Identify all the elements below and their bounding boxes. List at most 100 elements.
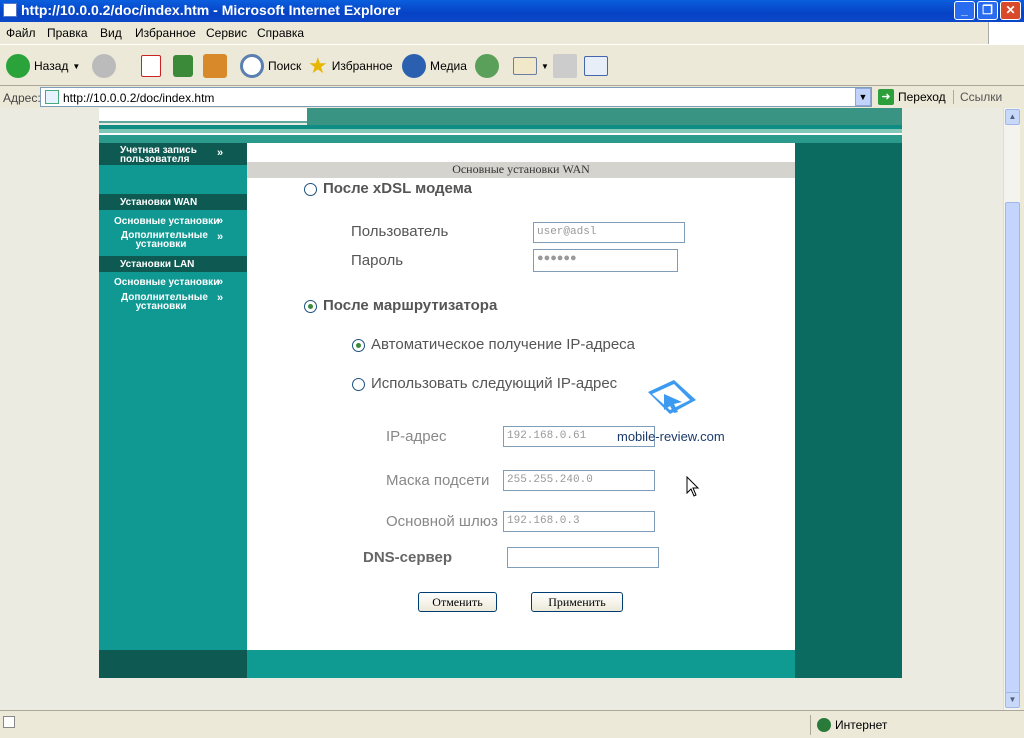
- back-dropdown-icon[interactable]: ▼: [72, 62, 80, 71]
- minimize-button[interactable]: _: [954, 1, 975, 20]
- menu-edit[interactable]: Правка: [47, 26, 88, 40]
- back-label: Назад: [34, 59, 69, 73]
- edit-page-icon: [584, 56, 608, 76]
- radio-xdsl[interactable]: [304, 183, 317, 196]
- chevron-right-icon: »: [217, 215, 224, 227]
- menu-bar: Файл Правка Вид Избранное Сервис Справка: [0, 22, 1024, 44]
- windows-logo-icon: [988, 22, 1024, 44]
- search-button[interactable]: Поиск: [240, 53, 301, 79]
- xdsl-option-label: После xDSL модема: [323, 180, 472, 197]
- scrollbar-thumb[interactable]: [1005, 202, 1020, 694]
- mouse-cursor-icon: [686, 476, 700, 497]
- favorites-star-icon: ★: [308, 53, 328, 78]
- menu-help[interactable]: Справка: [257, 26, 304, 40]
- chevron-right-icon: »: [217, 276, 224, 288]
- search-icon: [240, 54, 264, 78]
- page-viewport: Учетная запись пользователя » Установки …: [0, 108, 1003, 710]
- sidebar-wan-header: Установки WAN: [99, 194, 247, 210]
- go-arrow-icon: ➜: [878, 89, 894, 105]
- apply-button[interactable]: Применить: [531, 592, 623, 612]
- favorites-label: Избранное: [331, 59, 393, 73]
- scroll-up-icon[interactable]: ▲: [1005, 109, 1020, 125]
- user-label: Пользователь: [351, 223, 449, 240]
- stop-icon: [141, 55, 161, 77]
- stop-button[interactable]: [141, 53, 161, 79]
- toolbar: Назад ▼ Поиск ★ Избранное Медиа ▼: [0, 44, 1024, 86]
- bottom-main-bar: [247, 650, 795, 678]
- mask-label: Маска подсети: [386, 472, 490, 489]
- top-green-bar: [307, 108, 902, 125]
- chevron-right-icon: »: [217, 147, 224, 159]
- sidebar-lan-header-label: Установки LAN: [120, 259, 195, 270]
- radio-auto-ip[interactable]: [352, 339, 365, 352]
- password-input[interactable]: ●●●●●●: [533, 249, 678, 272]
- ie-page-icon: [3, 3, 17, 17]
- cancel-button[interactable]: Отменить: [418, 592, 497, 612]
- home-icon: [203, 54, 227, 78]
- manual-ip-label: Использовать следующий IP-адрес: [371, 375, 618, 392]
- menu-favorites[interactable]: Избранное: [135, 26, 196, 40]
- mail-dropdown-icon[interactable]: ▼: [541, 62, 549, 71]
- print-button[interactable]: [553, 53, 577, 79]
- radio-router[interactable]: [304, 300, 317, 313]
- status-bar: Интернет: [0, 710, 1024, 738]
- watermark-logo-icon: [648, 380, 696, 414]
- printer-icon: [553, 54, 577, 78]
- vertical-scrollbar[interactable]: ▲ ▼: [1003, 108, 1020, 710]
- watermark-text: mobile-review.com: [617, 429, 725, 444]
- internet-globe-icon: [817, 718, 831, 732]
- go-button[interactable]: ➜ Переход: [878, 89, 946, 105]
- sidebar-item-wan-basic[interactable]: Основные установки: [114, 217, 219, 227]
- dns-input[interactable]: [507, 547, 659, 568]
- back-button[interactable]: Назад ▼: [6, 53, 80, 79]
- close-button[interactable]: ✕: [1000, 1, 1021, 20]
- auto-ip-label: Автоматическое получение IP-адреса: [371, 336, 636, 353]
- go-label: Переход: [898, 90, 946, 104]
- sidebar-item-account[interactable]: Учетная запись пользователя: [120, 146, 210, 165]
- page-status-icon: [3, 716, 15, 728]
- mail-button[interactable]: ▼: [513, 53, 549, 79]
- address-dropdown-icon[interactable]: ▼: [855, 88, 871, 106]
- mask-input[interactable]: 255.255.240.0: [503, 470, 655, 491]
- address-input[interactable]: http://10.0.0.2/doc/index.htm: [40, 87, 872, 107]
- top-white-strip: [99, 108, 307, 123]
- page-title: Основные установки WAN: [247, 162, 795, 178]
- window-title: http://10.0.0.2/doc/index.htm - Microsof…: [21, 2, 401, 18]
- security-zone: Интернет: [810, 715, 887, 735]
- menu-view[interactable]: Вид: [100, 26, 122, 40]
- sidebar-wan-header-label: Установки WAN: [120, 197, 198, 208]
- right-column: [795, 143, 902, 678]
- menu-file[interactable]: Файл: [6, 26, 36, 40]
- history-button[interactable]: [475, 53, 499, 79]
- sidebar-item-lan-advanced[interactable]: Дополнительные установки: [121, 293, 208, 312]
- history-icon: [475, 54, 499, 78]
- top-stripes: [99, 125, 902, 143]
- search-label: Поиск: [268, 59, 302, 73]
- maximize-button[interactable]: ❐: [977, 1, 998, 20]
- favorites-button[interactable]: ★ Избранное: [308, 53, 393, 79]
- menu-tools[interactable]: Сервис: [206, 26, 247, 40]
- edit-button[interactable]: [584, 53, 608, 79]
- media-globe-icon: [402, 54, 426, 78]
- radio-manual-ip[interactable]: [352, 378, 365, 391]
- page-icon: [45, 90, 59, 104]
- refresh-icon: [173, 55, 193, 77]
- password-label: Пароль: [351, 252, 404, 269]
- media-button[interactable]: Медиа: [402, 53, 467, 79]
- user-input[interactable]: user@adsl: [533, 222, 685, 243]
- home-button[interactable]: [203, 53, 227, 79]
- forward-button[interactable]: [92, 53, 116, 79]
- router-option-label: После маршрутизатора: [323, 297, 498, 314]
- gateway-label: Основной шлюз: [386, 513, 498, 530]
- gateway-input[interactable]: 192.168.0.3: [503, 511, 655, 532]
- refresh-button[interactable]: [173, 53, 193, 79]
- sidebar-account-block[interactable]: Учетная запись пользователя »: [99, 143, 247, 165]
- back-arrow-icon: [6, 54, 30, 78]
- mail-icon: [513, 57, 537, 75]
- sidebar-item-lan-basic[interactable]: Основные установки: [114, 278, 219, 288]
- scroll-down-icon[interactable]: ▼: [1005, 692, 1020, 708]
- sidebar-item-wan-advanced[interactable]: Дополнительные установки: [121, 231, 208, 250]
- chevron-right-icon: »: [217, 231, 224, 243]
- links-button[interactable]: Ссылки: [953, 90, 1002, 104]
- sidebar-lan-header: Установки LAN: [99, 256, 247, 272]
